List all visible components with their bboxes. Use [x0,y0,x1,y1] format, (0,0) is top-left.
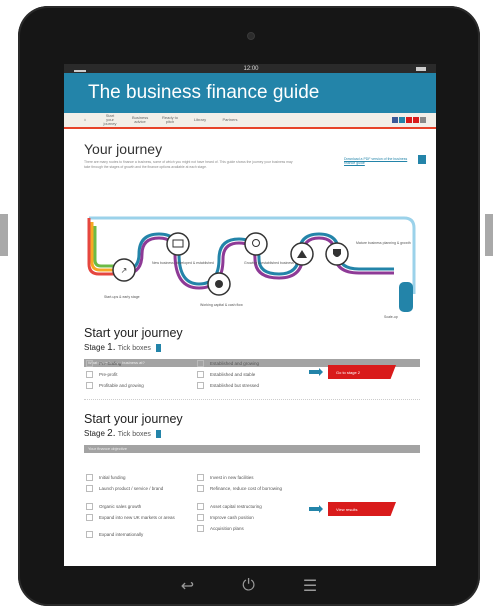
finish-marker [399,282,413,312]
pdf-download-icon[interactable] [418,155,426,164]
nav-item-advice[interactable]: Business advice [132,116,148,124]
stage2-title: Start your journey [84,412,183,426]
stage1-option-4[interactable]: Established and growing [197,360,259,367]
nav-item-pitch[interactable]: Ready to pitch [162,116,178,124]
stage2-option-2[interactable]: Launch product / service / brand [86,485,181,492]
google-plus-icon[interactable] [406,117,412,123]
pipeline-label-5: Mature business planning & growth [356,241,411,245]
stage1-option-3[interactable]: Profitable and growing [86,382,144,389]
power-home-icon[interactable]: ⏻ [242,577,255,595]
section-divider [84,399,420,400]
stage1-number: 1. [107,342,116,353]
stage1-title: Start your journey [84,326,183,340]
email-icon[interactable] [420,117,426,123]
checkbox[interactable] [197,503,204,510]
checkbox[interactable] [86,531,93,538]
stage1-option-1[interactable]: Pre-trading [86,360,121,367]
tablet-screen: 12:00 The business finance guide ⌂ Start… [64,64,436,566]
checkbox[interactable] [86,382,93,389]
stage2-section: Start your journey Stage 2. Tick boxes Y… [84,412,420,453]
checkbox[interactable] [86,485,93,492]
stage2-option-6[interactable]: Invest in new facilities [197,474,254,481]
nav-item-partners[interactable]: Partners [222,118,238,122]
nav-item-library[interactable]: Library [192,118,208,122]
status-bar: 12:00 [64,64,436,73]
stage1-tick-hint: Tick boxes [117,345,151,352]
journey-intro: There are many routes to finance a busin… [84,160,293,169]
status-time: 12:00 [243,65,259,72]
pipeline-label-1: Start-ups & early stage [104,295,140,299]
signal-icon [74,66,86,72]
journey-pipeline: ↗ Start-ups & early stage New business, … [87,216,416,319]
checkbox[interactable] [86,514,93,521]
front-camera [247,32,255,40]
arrow-right-icon [309,368,323,376]
nav-bar: ⌂ Start your journey Business advice Rea… [64,113,436,129]
nav-item-start[interactable]: Start your journey [102,114,118,126]
arrow-down-icon [156,429,162,438]
stage1-option-5[interactable]: Established and stable [197,371,255,378]
lightbulb-icon [244,232,268,256]
checkbox[interactable] [86,503,93,510]
view-results-button[interactable]: View results [328,502,396,516]
site-title: The business finance guide [88,82,320,103]
stage1-option-2[interactable]: Pre-profit [86,371,118,378]
checkbox[interactable] [197,371,204,378]
right-side-tab [485,214,493,256]
back-icon[interactable]: ↩ [181,576,194,596]
stage2-option-1[interactable]: Initial funding [86,474,126,481]
battery-icon [415,66,426,71]
checkbox[interactable] [197,360,204,367]
checkbox[interactable] [86,371,93,378]
stage1-stage-word: Stage [84,343,105,352]
twitter-icon[interactable] [399,117,405,123]
checkbox[interactable] [197,474,204,481]
stage2-label: Stage 2. Tick boxes [84,428,420,439]
stage2-option-5[interactable]: Expand internationally [86,531,143,538]
stage2-option-4[interactable]: Expand into new UK markets or areas [86,514,181,521]
journey-heading: Your journey [84,141,163,157]
stage2-question-bar: Your finance objective [84,445,420,453]
pipeline-label-2: New business, developed & established [152,261,214,265]
checkbox[interactable] [197,485,204,492]
menu-icon[interactable]: ☰ [303,576,317,596]
social-icons [392,117,426,123]
stage2-option-8[interactable]: Asset capital restructuring [197,503,262,510]
tablet-frame: 12:00 The business finance guide ⌂ Start… [18,6,480,606]
facebook-icon[interactable] [392,117,398,123]
stage2-option-3[interactable]: Organic sales growth [86,503,141,510]
arrow-right-icon [309,505,323,513]
checkbox[interactable] [86,360,93,367]
svg-text:↗: ↗ [121,266,128,275]
laptop-icon [166,232,190,256]
pipeline-label-3: Working capital & cash flow [200,303,243,307]
go-to-stage-2-button[interactable]: Go to stage 2 [328,365,396,379]
stage1-label: Stage 1. Tick boxes [84,342,420,353]
checkbox[interactable] [197,525,204,532]
pipeline-label-4: Growing & established business [244,261,294,265]
tablet-nav-bar: ↩ ⏻ ☰ [18,569,480,603]
stage1-option-6[interactable]: Established but stressed [197,382,259,389]
stage2-option-10[interactable]: Acquisition plans [197,525,244,532]
stage2-option-9[interactable]: Improve cash position [197,514,254,521]
checkbox[interactable] [197,382,204,389]
stage2-stage-word: Stage [84,429,105,438]
site-banner: The business finance guide [64,73,436,113]
pipeline-label-6: Scale-up [384,315,398,319]
stage2-number: 2. [107,428,116,439]
checkbox[interactable] [86,474,93,481]
stage2-option-7[interactable]: Refinance, reduce cost of borrowing [197,485,292,492]
arrow-down-icon [156,343,162,352]
download-pdf-link[interactable]: Download a PDF version of the business f… [344,157,416,165]
checkbox[interactable] [197,514,204,521]
left-side-tab [0,214,8,256]
youtube-icon[interactable] [413,117,419,123]
nav-home-icon[interactable]: ⌂ [82,118,88,122]
stage2-tick-hint: Tick boxes [117,431,151,438]
